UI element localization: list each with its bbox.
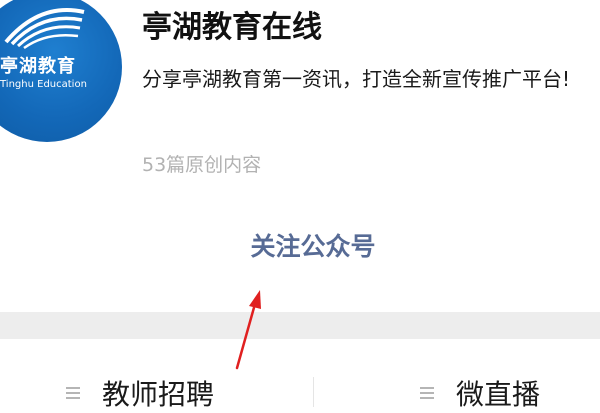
menu-item-live-stream[interactable]: 微直播 [420,373,540,413]
menu-list-icon [66,387,80,399]
account-description: 分享亭湖教育第一资讯，打造全新宣传推广平台! [142,67,571,91]
bottom-menu: 教师招聘 微直播 [0,339,600,411]
account-name: 亭湖教育在线 [142,10,322,45]
avatar[interactable]: 亭湖教育 Tinghu Education [0,0,122,142]
menu-separator [313,377,314,407]
article-count[interactable]: 53篇原创内容 [142,150,261,177]
logo-text-en: Tinghu Education [0,79,87,90]
section-divider [0,312,600,339]
menu-item-label: 教师招聘 [102,378,215,411]
menu-item-teacher-recruitment[interactable]: 教师招聘 [66,373,214,413]
menu-list-icon [420,387,434,399]
menu-item-label: 微直播 [456,378,541,411]
tinghu-logo-icon [4,8,85,50]
profile-card: 亭湖教育 Tinghu Education 亭湖教育在线 分享亭湖教育第一资讯，… [0,0,600,312]
logo-text-cn: 亭湖教育 [0,56,76,77]
follow-account-button[interactable]: 关注公众号 [200,224,426,266]
